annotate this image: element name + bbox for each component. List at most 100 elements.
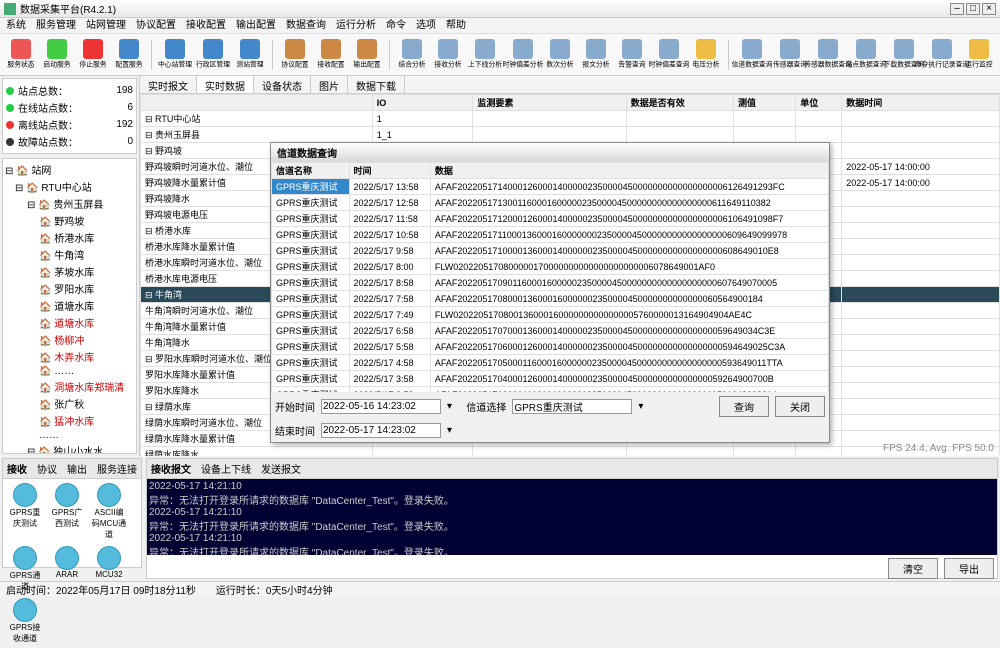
tree-node[interactable]: 🏠 罗阳水库 [5,280,134,297]
menu-item[interactable]: 命令 [386,18,406,33]
proto-item[interactable]: ASCII编码MCU通道 [91,483,127,540]
tree-node[interactable]: 🏠 道塘水库 [5,314,134,331]
dialog-row[interactable]: GPRS重庆测试2022/5/17 3:58AFAF20220517040001… [272,371,829,387]
data-tab[interactable]: 实时报文 [140,76,197,93]
clear-log-button[interactable]: 清空 [888,558,938,579]
toolbar-button[interactable]: 行政区管理 [195,39,231,70]
proto-item[interactable]: GPRS接收通道 [7,598,43,644]
proto-item[interactable]: GPRS重庆测试 [7,483,43,540]
dialog-row[interactable]: GPRS重庆测试2022/5/17 11:58AFAF2022051712000… [272,211,829,227]
menu-item[interactable]: 输出配置 [236,18,276,33]
toolbar-button[interactable]: 告警查询 [615,39,649,70]
start-time-input[interactable] [321,399,441,414]
toolbar-button[interactable]: 报文分析 [579,39,613,70]
proto-tab[interactable]: 协议 [37,461,57,476]
proto-tab[interactable]: 输出 [67,461,87,476]
toolbar-button[interactable]: 服务状态 [4,39,38,70]
end-time-input[interactable] [321,423,441,438]
tree-node[interactable]: ⊟ 🏠 站网 [5,161,134,178]
channel-select-input[interactable] [512,399,632,414]
tree-node[interactable]: 🏠 木弄水库 [5,348,134,365]
proto-tab[interactable]: 接收 [7,461,27,476]
menu-item[interactable]: 数据查询 [286,18,326,33]
menu-item[interactable]: 选项 [416,18,436,33]
grid-row[interactable]: ⊟ RTU中心站1 [141,111,1000,127]
dialog-row[interactable]: GPRS重庆测试2022/5/17 2:58AFAF20220517030001… [272,387,829,393]
toolbar-button[interactable]: 接收分析 [431,39,465,70]
tree-node[interactable]: 🏠 杨柳冲 [5,331,134,348]
close-button[interactable]: × [982,3,996,15]
minimize-button[interactable]: – [950,3,964,15]
log-tab[interactable]: 设备上下线 [201,461,251,476]
tree-node[interactable]: 🏠 牛角湾 [5,246,134,263]
tree-node[interactable]: 🏠 道塘水库 [5,297,134,314]
toolbar-button[interactable]: 数次分析 [543,39,577,70]
log-tab[interactable]: 发送报文 [261,461,301,476]
dialog-row[interactable]: GPRS重庆测试2022/5/17 8:58AFAF20220517090116… [272,275,829,291]
toolbar-button[interactable]: 配置服务 [112,39,146,70]
toolbar-button[interactable]: 停止服务 [76,39,110,70]
grid-row[interactable]: 绿荫水库降水 [141,447,1000,457]
grid-header[interactable]: 数据是否有效 [626,95,733,111]
tree-node[interactable]: ⊟ 🏠 贵州玉屏县 [5,195,134,212]
toolbar-button[interactable]: 运行监控 [962,39,996,70]
dialog-row[interactable]: GPRS重庆测试2022/5/17 8:00FLW020220517080000… [272,259,829,275]
tree-node[interactable]: 🏠 …… [5,365,134,378]
menu-item[interactable]: 系统 [6,18,26,33]
toolbar-button[interactable]: 信道数据查询 [734,39,770,70]
log-tab[interactable]: 接收报文 [151,461,191,476]
grid-row[interactable]: ⊟ 贵州玉屏县1_1 [141,127,1000,143]
toolbar-button[interactable]: 电压分析 [689,39,723,70]
query-button[interactable]: 查询 [719,396,769,417]
dialog-row[interactable]: GPRS重庆测试2022/5/17 6:58AFAF20220517070001… [272,323,829,339]
grid-header[interactable] [141,95,373,111]
toolbar-button[interactable]: 时钟偏差查询 [651,39,687,70]
dialog-table[interactable]: 信道名称时间数据GPRS重庆测试2022/5/17 13:58AFAF20220… [271,162,829,392]
toolbar-button[interactable]: 协议配置 [278,39,312,70]
tree-node[interactable]: 🏠 桥港水库 [5,229,134,246]
tree-node[interactable]: 🏠 猛冲水库 [5,412,134,429]
proto-tab[interactable]: 服务连接 [97,461,137,476]
toolbar-button[interactable]: 启动服务 [40,39,74,70]
data-tab[interactable]: 实时数据 [197,76,254,93]
log-body[interactable]: 2022-05-17 14:21:10异常：无法打开登录所请求的数据库 "Dat… [147,479,997,555]
menu-item[interactable]: 运行分析 [336,18,376,33]
dialog-row[interactable]: GPRS重庆测试2022/5/17 13:58AFAF2022051714000… [272,179,829,195]
grid-header[interactable]: 测值 [734,95,796,111]
dialog-row[interactable]: GPRS重庆测试2022/5/17 5:58AFAF20220517060001… [272,339,829,355]
toolbar-button[interactable]: 传感器数据查询 [810,39,846,70]
maximize-button[interactable]: □ [966,3,980,15]
grid-header[interactable]: 数据时间 [842,95,1000,111]
tree-node[interactable]: 🏠 野鸡坡 [5,212,134,229]
toolbar-button[interactable]: 站点数据查询 [848,39,884,70]
data-tab[interactable]: 图片 [311,76,348,93]
close-dialog-button[interactable]: 关闭 [775,396,825,417]
tree-node[interactable]: ⊟ 🏠 独山小水水 [5,442,134,454]
menu-item[interactable]: 帮助 [446,18,466,33]
tree-node[interactable]: 🏠 张广秋 [5,395,134,412]
toolbar-button[interactable]: 中心站管理 [157,39,193,70]
data-tab[interactable]: 数据下载 [348,76,405,93]
menu-item[interactable]: 接收配置 [186,18,226,33]
grid-header[interactable]: IO [372,95,473,111]
tree-node[interactable]: 🏠 洞塘水库郑瑞清 [5,378,134,395]
menu-item[interactable]: 站网管理 [86,18,126,33]
dialog-row[interactable]: GPRS重庆测试2022/5/17 7:58AFAF20220517080001… [272,291,829,307]
station-tree[interactable]: ⊟ 🏠 站网⊟ 🏠 RTU中心站⊟ 🏠 贵州玉屏县🏠 野鸡坡🏠 桥港水库🏠 牛角… [2,158,137,454]
grid-header[interactable]: 监测要素 [473,95,626,111]
dialog-row[interactable]: GPRS重庆测试2022/5/17 4:58AFAF20220517050001… [272,355,829,371]
toolbar-button[interactable]: 输出配置 [350,39,384,70]
export-log-button[interactable]: 导出 [944,558,994,579]
tree-node[interactable]: …… [5,429,134,442]
proto-item[interactable]: GPRS广西测试 [49,483,85,540]
dialog-row[interactable]: GPRS重庆测试2022/5/17 10:58AFAF2022051711000… [272,227,829,243]
toolbar-button[interactable]: 上下线分析 [467,39,503,70]
tree-node[interactable]: 🏠 茅坡水库 [5,263,134,280]
toolbar-button[interactable]: 命令执行记录查询 [924,39,960,70]
data-tab[interactable]: 设备状态 [254,76,311,93]
dialog-row[interactable]: GPRS重庆测试2022/5/17 7:49FLW020220517080013… [272,307,829,323]
dialog-row[interactable]: GPRS重庆测试2022/5/17 12:58AFAF2022051713001… [272,195,829,211]
toolbar-button[interactable]: 传感器查询 [772,39,808,70]
dialog-row[interactable]: GPRS重庆测试2022/5/17 9:58AFAF20220517100001… [272,243,829,259]
grid-header[interactable]: 单位 [796,95,842,111]
